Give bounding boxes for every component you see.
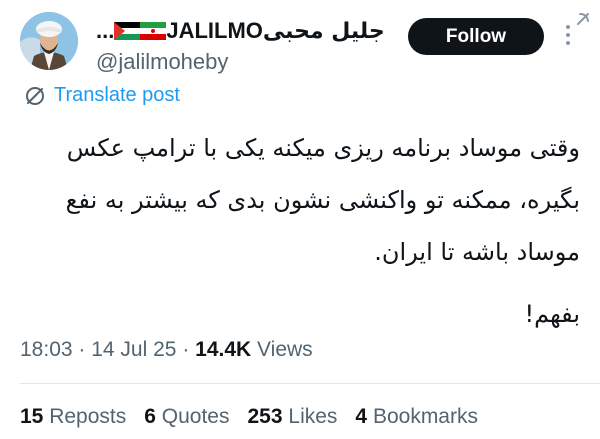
- views-label: Views: [257, 338, 313, 361]
- reposts-stat[interactable]: 15 Reposts: [20, 405, 126, 429]
- author-name-ellipsis: ...: [96, 18, 115, 43]
- reposts-label: Reposts: [49, 405, 127, 428]
- quotes-count: 6: [144, 405, 156, 428]
- tweet-line: وقتی موساد برنامه ریزی میکنه یکی با ترام…: [66, 134, 580, 162]
- author-name-farsi: جلیل محبی: [262, 19, 385, 44]
- bookmarks-stat[interactable]: 4 Bookmarks: [355, 405, 478, 429]
- author-avatar[interactable]: [20, 12, 78, 70]
- likes-label: Likes: [288, 405, 338, 428]
- translate-post-link[interactable]: Translate post: [24, 84, 180, 107]
- tweet-text: وقتی موساد برنامه ریزی میکنه یکی با ترام…: [40, 122, 580, 340]
- translate-icon: [26, 86, 44, 105]
- quotes-stat[interactable]: 6 Quotes: [144, 405, 229, 429]
- follow-button[interactable]: Follow: [408, 18, 544, 55]
- author-handle[interactable]: @jalilmoheby: [96, 49, 228, 75]
- bookmarks-label: Bookmarks: [372, 405, 478, 428]
- author-name-latin: JALILMO: [166, 18, 263, 43]
- translate-post-label: Translate post: [54, 84, 180, 106]
- more-options-icon[interactable]: [564, 24, 572, 51]
- tweet-date[interactable]: 14 Jul 25: [91, 338, 176, 361]
- engagement-stats: 15 Reposts 6 Quotes 253 Likes 4 Bookmark…: [20, 405, 478, 429]
- bookmarks-count: 4: [355, 405, 368, 428]
- meta-separator: ·: [182, 338, 196, 361]
- views-count: 14.4K: [195, 338, 252, 361]
- tweet-meta: 18:03 · 14 Jul 25 · 14.4K Views: [20, 338, 313, 362]
- reposts-count: 15: [20, 405, 44, 428]
- likes-stat[interactable]: 253 Likes: [248, 405, 338, 429]
- likes-count: 253: [247, 405, 283, 428]
- avatar-portrait: [20, 12, 78, 70]
- divider: [20, 383, 600, 384]
- tweet-line: موساد باشه تا ایران.: [374, 238, 580, 266]
- meta-separator: ·: [78, 338, 92, 361]
- grok-icon[interactable]: [574, 10, 592, 33]
- quotes-label: Quotes: [161, 405, 230, 428]
- iran-flag-icon: [140, 20, 167, 46]
- palestine-flag-icon: [114, 20, 141, 46]
- tweet-time[interactable]: 18:03: [20, 338, 73, 361]
- tweet-line: بگیره، ممکنه تو واکنشی نشون بدی که بیشتر…: [65, 186, 580, 214]
- tweet-line: بفهم!: [524, 300, 580, 328]
- author-display-name[interactable]: ... JALILMOجلیل محبی: [96, 18, 385, 46]
